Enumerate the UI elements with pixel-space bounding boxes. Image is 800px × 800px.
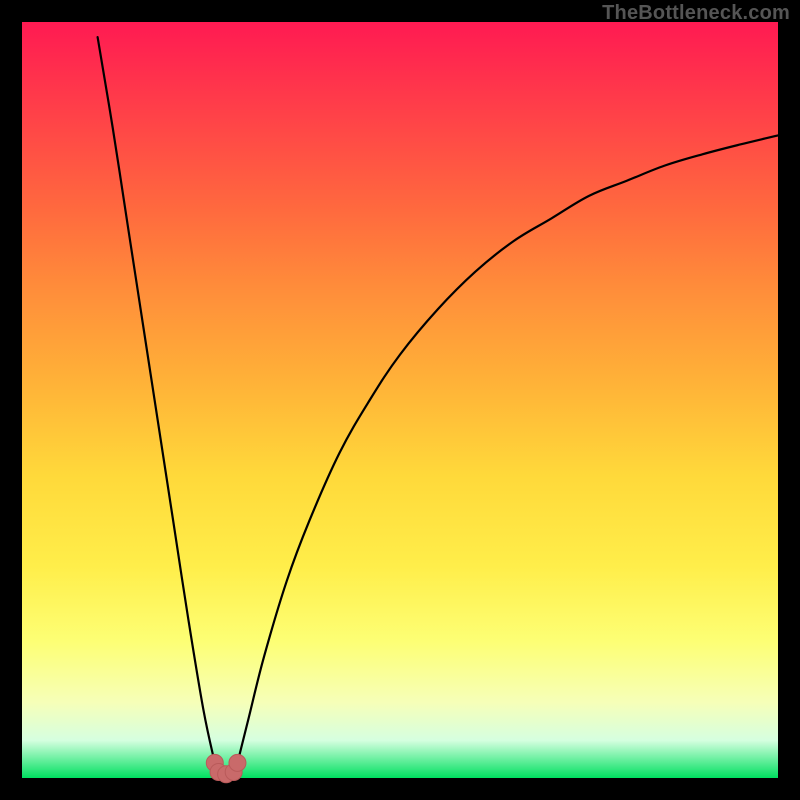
bottleneck-curve [22, 22, 778, 778]
chart-frame: TheBottleneck.com [0, 0, 800, 800]
bottleneck-marker [229, 754, 246, 771]
curve-right-branch [237, 135, 778, 762]
plot-background [22, 22, 778, 778]
curve-left-branch [98, 37, 215, 763]
bottleneck-markers [206, 754, 246, 782]
